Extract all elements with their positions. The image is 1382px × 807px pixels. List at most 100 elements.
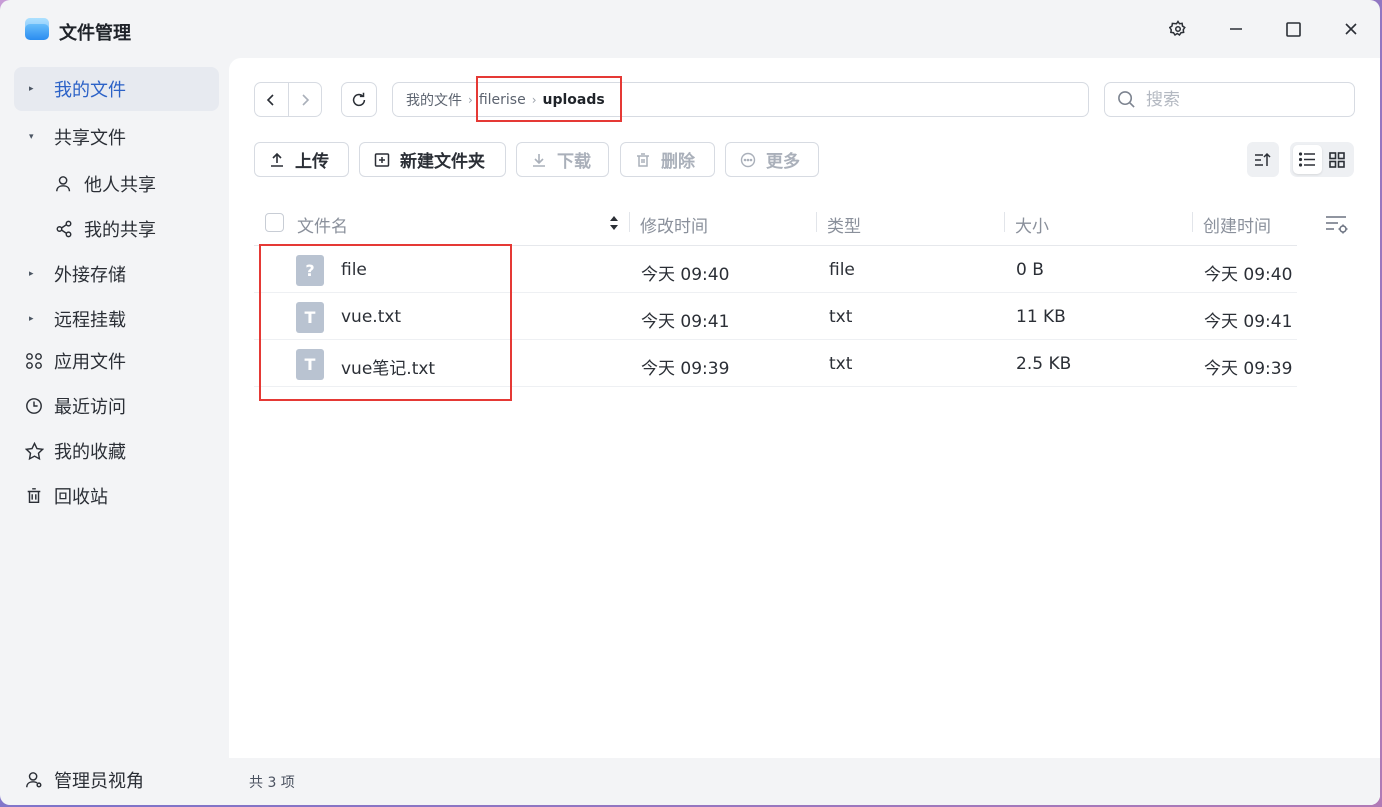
trash-icon [24, 486, 44, 506]
more-icon [740, 152, 756, 168]
minimize-icon [1230, 28, 1242, 30]
user-icon [54, 174, 74, 194]
column-header-created[interactable]: 创建时间 [1203, 212, 1271, 237]
new-folder-icon [374, 152, 390, 168]
file-name: file [341, 260, 367, 280]
breadcrumb-parent[interactable]: filerise [479, 92, 526, 108]
column-divider[interactable] [629, 212, 630, 232]
minimize-button[interactable] [1221, 14, 1251, 44]
file-size: 0 B [1016, 260, 1044, 280]
search-input[interactable] [1146, 89, 1336, 110]
download-icon [531, 152, 547, 168]
grid-view-button[interactable] [1322, 145, 1351, 174]
gear-icon [1169, 20, 1186, 37]
share-icon [54, 219, 74, 239]
breadcrumb-root[interactable]: 我的文件 [406, 90, 462, 110]
sidebar-item-my-files[interactable]: ▸ 我的文件 [14, 67, 219, 111]
column-header-size[interactable]: 大小 [1015, 212, 1049, 237]
select-all-checkbox[interactable] [265, 213, 284, 232]
more-label: 更多 [766, 152, 800, 172]
forward-button[interactable] [289, 83, 322, 116]
sort-button[interactable] [1247, 142, 1279, 177]
file-modified: 今天 09:40 [641, 265, 730, 285]
nav-buttons [254, 82, 322, 117]
apps-grid-icon [24, 351, 44, 371]
file-created: 今天 09:39 [1204, 359, 1293, 379]
file-modified: 今天 09:39 [641, 359, 730, 379]
upload-label: 上传 [295, 152, 329, 172]
admin-view-button[interactable]: 管理员视角 [14, 758, 144, 802]
table-row[interactable]: ? file 今天 09:40 file 0 B 今天 09:40 [254, 246, 1297, 293]
column-header-name[interactable]: 文件名 [297, 212, 348, 237]
sidebar-item-trash[interactable]: 回收站 [14, 474, 219, 518]
upload-button[interactable]: 上传 [254, 142, 349, 177]
more-button[interactable]: 更多 [725, 142, 819, 177]
list-view-button[interactable] [1293, 145, 1322, 174]
admin-user-icon [24, 770, 44, 790]
table-row[interactable]: T vue.txt 今天 09:41 txt 11 KB 今天 09:41 [254, 293, 1297, 340]
sidebar-item-recent[interactable]: 最近访问 [14, 384, 219, 428]
admin-view-label: 管理员视角 [54, 771, 144, 792]
file-size: 2.5 KB [1016, 354, 1072, 374]
chevron-right-icon [302, 93, 309, 106]
close-icon [1345, 23, 1357, 35]
column-header-modified[interactable]: 修改时间 [640, 212, 708, 237]
column-divider[interactable] [1004, 212, 1005, 232]
sidebar-item-shared-files[interactable]: ▾ 共享文件 [14, 115, 219, 159]
caret-right-icon: ▸ [29, 269, 34, 279]
download-label: 下载 [557, 152, 591, 172]
file-name: vue笔记.txt [341, 359, 436, 379]
file-type: txt [829, 354, 853, 374]
sidebar-item-app-files[interactable]: 应用文件 [14, 339, 219, 383]
title-bar: 文件管理 [0, 0, 1380, 58]
breadcrumb-separator-icon: › [468, 92, 473, 107]
back-button[interactable] [255, 83, 289, 116]
file-modified: 今天 09:41 [641, 312, 730, 332]
file-created: 今天 09:40 [1204, 265, 1293, 285]
file-type: file [829, 260, 855, 280]
sort-arrows-icon [609, 215, 619, 236]
search-icon [1118, 91, 1135, 108]
sidebar-item-remote-mount[interactable]: ▸ 远程挂载 [14, 297, 219, 341]
breadcrumb: 我的文件 › filerise › uploads [392, 82, 1089, 117]
download-button[interactable]: 下载 [516, 142, 609, 177]
list-view-icon [1299, 152, 1315, 167]
chevron-left-icon [267, 93, 274, 106]
sidebar-item-shared-with-me[interactable]: 他人共享 [44, 162, 219, 206]
status-bar: 共 3 项 [229, 758, 1380, 805]
new-folder-button[interactable]: 新建文件夹 [359, 142, 506, 177]
caret-right-icon: ▸ [29, 84, 34, 94]
app-title: 文件管理 [59, 23, 131, 44]
file-size: 11 KB [1016, 307, 1066, 327]
table-row[interactable]: T vue笔记.txt 今天 09:39 txt 2.5 KB 今天 09:39 [254, 340, 1297, 387]
column-divider[interactable] [816, 212, 817, 232]
settings-button[interactable] [1163, 14, 1193, 44]
star-icon [24, 441, 44, 461]
sidebar-item-favorites[interactable]: 我的收藏 [14, 429, 219, 473]
close-button[interactable] [1336, 14, 1366, 44]
search-box[interactable] [1104, 82, 1355, 117]
sidebar: ▸ 我的文件 ▾ 共享文件 他人共享 我的共享 ▸ 外接存储 ▸ 远程挂载 应用… [0, 58, 228, 805]
main-panel: 我的文件 › filerise › uploads 上传 新建文件夹 [229, 58, 1380, 805]
app-logo-icon [25, 18, 49, 40]
unknown-file-icon: ? [296, 255, 324, 286]
column-settings-button[interactable] [1324, 212, 1350, 236]
breadcrumb-current[interactable]: uploads [543, 92, 605, 108]
refresh-icon [352, 92, 366, 106]
file-table: 文件名 修改时间 类型 大小 创建时间 ? file 今天 09:40 file… [254, 200, 1297, 387]
column-divider[interactable] [1192, 212, 1193, 232]
sort-icon [1255, 152, 1271, 166]
text-file-icon: T [296, 302, 324, 333]
clock-icon [24, 396, 44, 416]
new-folder-label: 新建文件夹 [400, 152, 485, 172]
square-icon [1285, 21, 1301, 37]
breadcrumb-separator-icon: › [531, 92, 537, 107]
maximize-button[interactable] [1278, 14, 1308, 44]
file-created: 今天 09:41 [1204, 312, 1293, 332]
trash-icon [635, 152, 651, 168]
delete-button[interactable]: 删除 [620, 142, 715, 177]
column-header-type[interactable]: 类型 [827, 212, 861, 237]
sidebar-item-my-shares[interactable]: 我的共享 [44, 207, 219, 251]
sidebar-item-external-storage[interactable]: ▸ 外接存储 [14, 252, 219, 296]
refresh-button[interactable] [341, 82, 377, 117]
